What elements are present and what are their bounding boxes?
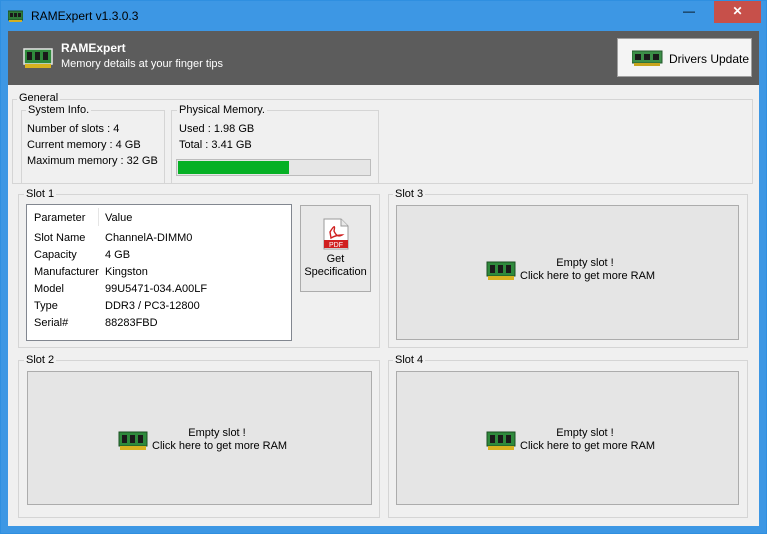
ram-module-icon: [486, 431, 516, 450]
get-specification-button[interactable]: PDF Get Specification: [300, 205, 371, 292]
close-button[interactable]: ✕: [714, 1, 761, 23]
physical-memory-legend: Physical Memory.: [177, 104, 267, 116]
row-param: Serial#: [34, 317, 69, 329]
row-value: 4 GB: [105, 249, 131, 261]
slot2-empty-button[interactable]: Empty slot ! Click here to get more RAM: [27, 371, 372, 505]
table-row[interactable]: Serial# 88283FBD: [27, 317, 291, 334]
slot3-legend: Slot 3: [393, 188, 426, 200]
memory-usage-fill: [178, 161, 289, 174]
ram-module-icon: [23, 48, 53, 68]
row-value: 88283FBD: [105, 317, 158, 329]
row-value: Kingston: [105, 266, 148, 278]
used-memory: Used : 1.98 GB: [179, 123, 255, 135]
app-name: RAMExpert: [61, 41, 126, 55]
slot3-empty-button[interactable]: Empty slot ! Click here to get more RAM: [396, 205, 739, 340]
column-header-value[interactable]: Value: [105, 212, 132, 224]
row-param: Manufacturer: [34, 266, 99, 278]
slot2-legend: Slot 2: [24, 354, 57, 366]
pdf-icon: PDF: [323, 218, 349, 250]
driver-card-icon: [632, 50, 663, 66]
client-area: RAMExpert Memory details at your finger …: [8, 31, 759, 526]
table-row[interactable]: Capacity 4 GB: [27, 249, 291, 266]
slots-count: Number of slots : 4: [27, 123, 120, 135]
memory-usage-bar: [176, 159, 371, 176]
row-param: Type: [34, 300, 58, 312]
current-memory: Current memory : 4 GB: [27, 139, 141, 151]
window-title: RAMExpert v1.3.0.3: [31, 9, 139, 23]
app-window: RAMExpert v1.3.0.3 — ✕ RAMExpert Memory …: [0, 0, 767, 534]
empty-slot-text: Empty slot !: [188, 427, 246, 439]
get-more-ram-text: Click here to get more RAM: [520, 270, 656, 282]
row-value: ChannelA-DIMM0: [105, 232, 193, 244]
spec-button-line2: Specification: [304, 266, 367, 278]
system-info-legend: System Info.: [26, 104, 92, 116]
ram-module-icon: [118, 431, 148, 450]
minimize-button[interactable]: —: [677, 1, 701, 23]
app-tagline: Memory details at your finger tips: [61, 58, 224, 70]
drivers-update-button[interactable]: Drivers Update: [617, 38, 752, 77]
table-row[interactable]: Manufacturer Kingston: [27, 266, 291, 283]
row-param: Capacity: [34, 249, 77, 261]
empty-slot-text: Empty slot !: [556, 257, 614, 269]
general-legend: General: [17, 92, 61, 104]
slot1-details-list[interactable]: Parameter Value Slot Name ChannelA-DIMM0…: [26, 204, 292, 341]
get-more-ram-text: Click here to get more RAM: [152, 440, 288, 452]
title-bar[interactable]: RAMExpert v1.3.0.3 — ✕: [1, 1, 766, 31]
row-param: Slot Name: [34, 232, 86, 244]
total-memory: Total : 3.41 GB: [179, 139, 252, 151]
maximum-memory: Maximum memory : 32 GB: [27, 155, 158, 167]
row-value: 99U5471-034.A00LF: [105, 283, 208, 295]
drivers-update-label: Drivers Update: [669, 52, 750, 66]
pdf-icon-text: PDF: [329, 242, 343, 249]
get-more-ram-text: Click here to get more RAM: [520, 440, 656, 452]
column-header-parameter[interactable]: Parameter: [34, 212, 85, 224]
slot4-empty-button[interactable]: Empty slot ! Click here to get more RAM: [396, 371, 739, 505]
table-row[interactable]: Type DDR3 / PC3-12800: [27, 300, 291, 317]
empty-slot-text: Empty slot !: [556, 427, 614, 439]
ram-module-icon: [8, 10, 23, 22]
table-row[interactable]: Slot Name ChannelA-DIMM0: [27, 232, 291, 249]
ram-module-icon: [486, 261, 516, 280]
row-param: Model: [34, 283, 64, 295]
slot1-legend: Slot 1: [24, 188, 57, 200]
column-divider[interactable]: [98, 208, 99, 226]
row-value: DDR3 / PC3-12800: [105, 300, 200, 312]
slot4-legend: Slot 4: [393, 354, 426, 366]
table-row[interactable]: Model 99U5471-034.A00LF: [27, 283, 291, 300]
app-header: RAMExpert Memory details at your finger …: [8, 31, 759, 85]
spec-button-line1: Get: [326, 253, 345, 265]
